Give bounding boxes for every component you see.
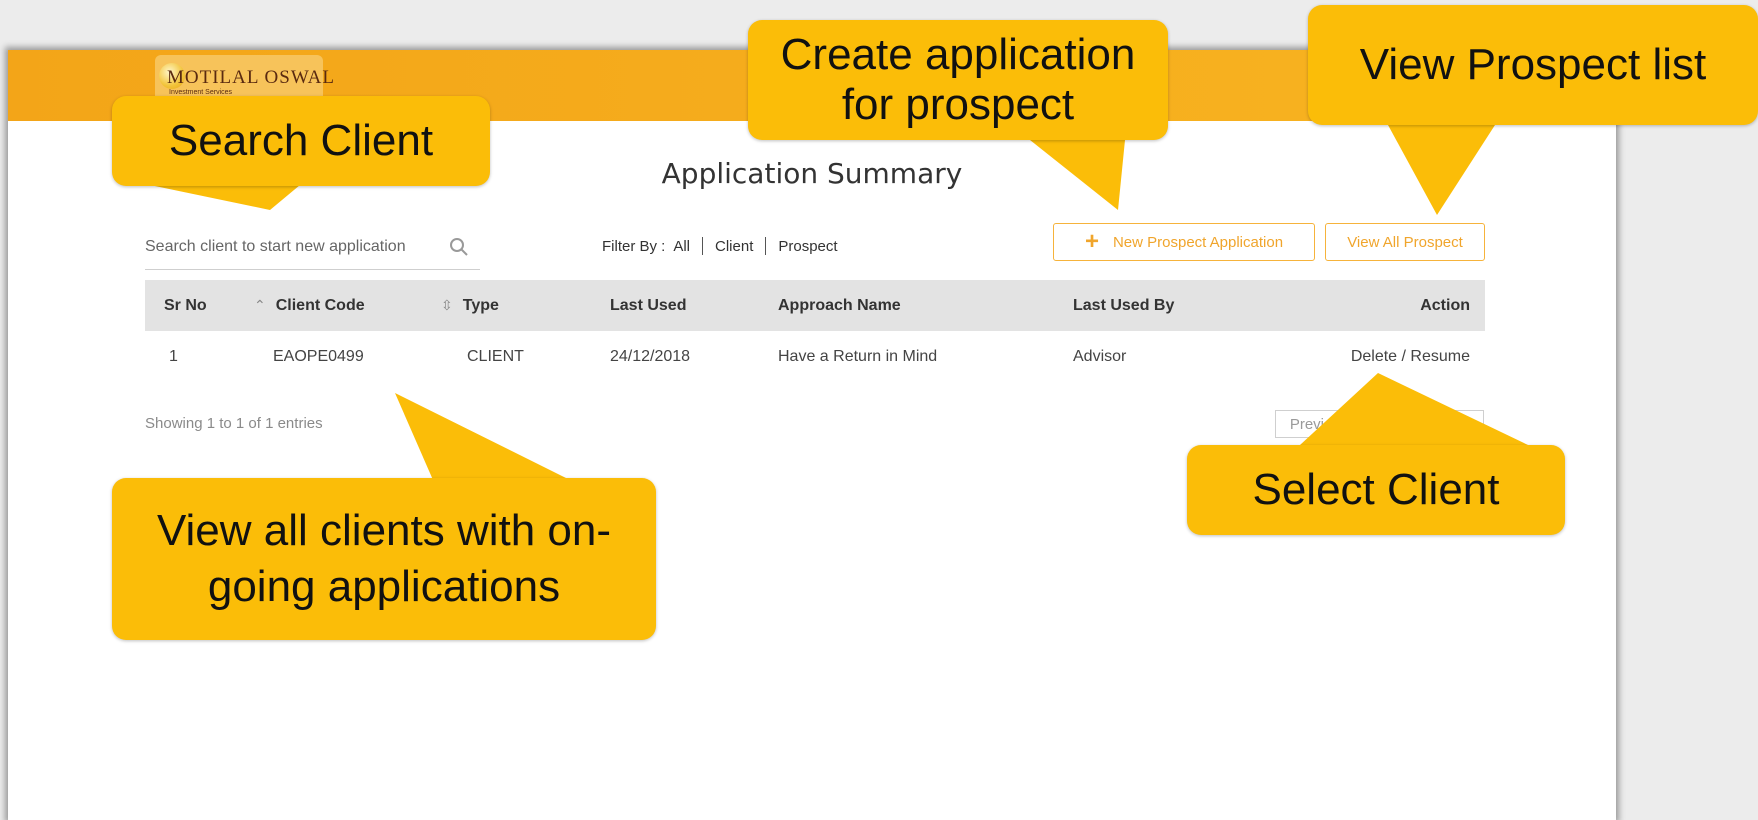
- clients-callout-pointer: [395, 393, 570, 480]
- select-client-callout: Select Client: [1187, 445, 1565, 535]
- prospect-callout-pointer: [1388, 125, 1495, 215]
- select-callout-pointer: [1300, 373, 1528, 445]
- search-client-callout: Search Client: [112, 96, 490, 186]
- search-callout-pointer: [150, 185, 300, 210]
- view-prospect-list-callout: View Prospect list: [1308, 5, 1758, 125]
- view-all-clients-callout: View all clients with on-going applicati…: [112, 478, 656, 640]
- create-callout-pointer: [1030, 140, 1125, 210]
- create-application-callout: Create application for prospect: [748, 20, 1168, 140]
